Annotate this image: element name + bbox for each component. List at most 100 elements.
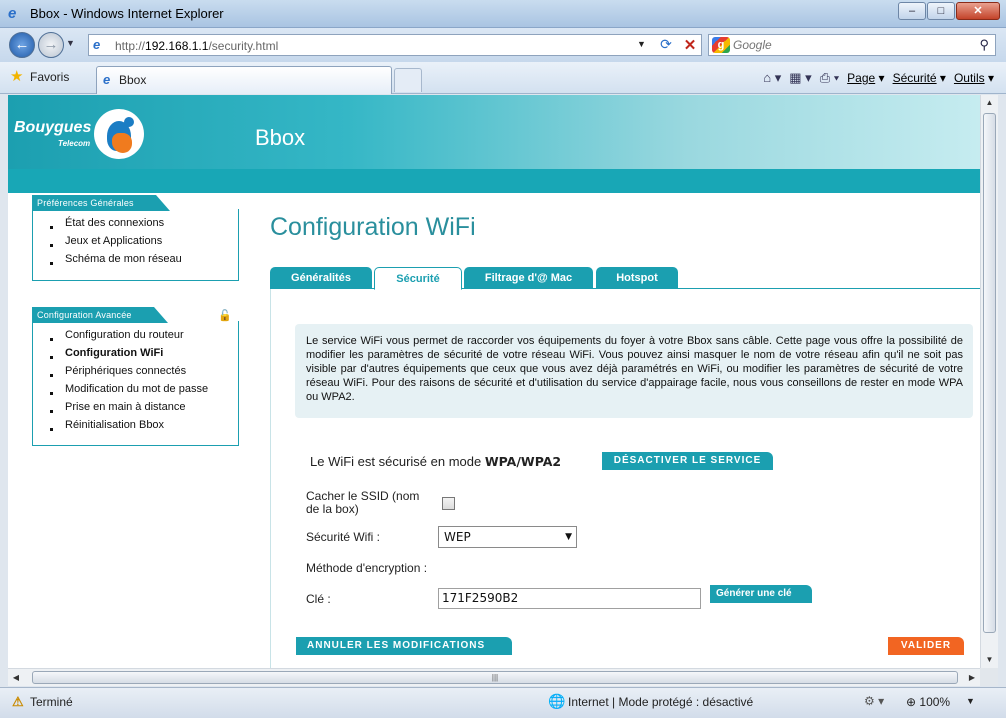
sidebar-advanced-heading: Configuration Avancée [32, 307, 168, 323]
cancel-changes-button[interactable]: ANNULER LES MODIFICATIONS [296, 637, 512, 655]
mode-prefix: Le WiFi est sécurisé en mode [310, 454, 482, 469]
window-titlebar: e Bbox - Windows Internet Explorer – □ ✕ [0, 0, 1006, 28]
wifi-mode-status: Le WiFi est sécurisé en mode WPA/WPA2 [310, 454, 561, 469]
browser-tab-bbox[interactable]: e Bbox [96, 66, 392, 94]
config-tabs: Généralités Sécurité Filtrage d'@ Mac Ho… [270, 267, 980, 290]
scroll-corner [980, 668, 998, 686]
horizontal-scrollbar[interactable]: ◀ ||| ▶ [8, 668, 980, 686]
vertical-scrollbar[interactable]: ▲ ▼ [980, 95, 998, 668]
sidebar-item-remote-access[interactable]: Prise en main à distance [33, 401, 238, 419]
zoom-dropdown-icon[interactable]: ▼ [966, 696, 975, 706]
sidebar-item-change-password[interactable]: Modification du mot de passe [33, 383, 238, 401]
hide-ssid-label: Cacher le SSID (nom de la box) [306, 489, 420, 516]
chevron-down-icon: ▼ [565, 532, 572, 542]
wifi-security-value: WEP [444, 530, 471, 544]
window-controls: – □ ✕ [898, 2, 1000, 20]
page-header: Bouygues Telecom Bbox [8, 95, 980, 193]
history-dropdown-icon[interactable]: ▼ [66, 38, 75, 48]
minimize-button[interactable]: – [898, 2, 926, 20]
sidebar-advanced: Configuration Avancée 🔓 Configuration du… [32, 307, 239, 446]
sidebar-item-router-config[interactable]: Configuration du routeur [33, 329, 238, 347]
forward-button[interactable]: → [38, 32, 64, 58]
header-stripe [8, 169, 980, 193]
sidebar-item-games-apps[interactable]: Jeux et Applications [33, 235, 238, 253]
status-text: Terminé [30, 695, 73, 709]
security-menu[interactable]: Sécurité ▾ [893, 71, 946, 85]
scroll-up-icon[interactable]: ▲ [981, 95, 998, 111]
warning-icon: ⚠ [12, 694, 24, 709]
page-menu[interactable]: Page ▾ [847, 71, 884, 85]
google-icon: g [712, 37, 730, 53]
key-label: Clé : [306, 592, 331, 606]
favorites-button[interactable]: ★ Favoris [10, 68, 69, 88]
close-button[interactable]: ✕ [956, 2, 1000, 20]
tab-mac-filter[interactable]: Filtrage d'@ Mac [464, 267, 593, 289]
page-viewport: Bouygues Telecom Bbox Préférences Généra… [8, 95, 980, 668]
back-button[interactable]: ← [9, 32, 35, 58]
star-icon: ★ [10, 68, 24, 85]
home-icon[interactable]: ⌂ ▾ [763, 70, 781, 86]
lock-icon: 🔓 [218, 310, 232, 322]
brand-subname: Telecom [58, 139, 91, 148]
maximize-button[interactable]: □ [927, 2, 955, 20]
address-toolbar: ← → ▼ e http://192.168.1.1/security.html… [0, 28, 1006, 62]
search-box[interactable]: g ⚲ [708, 34, 996, 56]
ie-tab-icon: e [103, 72, 111, 87]
logo-swoosh-icon [112, 133, 132, 153]
wifi-security-select[interactable]: WEP ▼ [438, 526, 577, 548]
vertical-scroll-thumb[interactable] [983, 113, 996, 633]
address-dropdown-icon[interactable]: ▼ [637, 39, 646, 49]
deactivate-service-button[interactable]: DÉSACTIVER LE SERVICE [602, 452, 773, 470]
feeds-icon[interactable]: ▦ ▾ [789, 70, 811, 86]
scroll-down-icon[interactable]: ▼ [981, 652, 998, 668]
sidebar-general-heading: Préférences Générales [32, 195, 170, 211]
horizontal-scroll-thumb[interactable]: ||| [32, 671, 958, 684]
encryption-method-label: Méthode d'encryption : [306, 561, 428, 575]
scroll-left-icon[interactable]: ◀ [8, 669, 24, 686]
tab-security[interactable]: Sécurité [374, 267, 462, 290]
stop-icon[interactable]: ✕ [679, 36, 701, 54]
new-tab-button[interactable] [394, 68, 422, 92]
validate-button[interactable]: VALIDER [888, 637, 964, 655]
browser-tab-label: Bbox [119, 73, 147, 87]
sidebar-item-connected-devices[interactable]: Périphériques connectés [33, 365, 238, 383]
tab-hotspot[interactable]: Hotspot [596, 267, 678, 289]
tab-general[interactable]: Généralités [270, 267, 372, 289]
command-bar: ⌂ ▾ ▦ ▾ ⎙ ▾ Page ▾ Sécurité ▾ Outils ▾ [763, 70, 994, 86]
sidebar-item-connections[interactable]: État des connexions [33, 217, 238, 235]
tools-menu[interactable]: Outils ▾ [954, 71, 994, 85]
scroll-right-icon[interactable]: ▶ [964, 669, 980, 686]
sidebar-advanced-list: Configuration du routeur Configuration W… [33, 321, 238, 443]
wifi-security-label: Sécurité Wifi : [306, 530, 381, 544]
sidebar-general-list: État des connexions Jeux et Applications… [33, 209, 238, 277]
address-url[interactable]: http://192.168.1.1/security.html [115, 39, 278, 53]
sidebar-general: Préférences Générales État des connexion… [32, 195, 239, 281]
search-input[interactable] [733, 37, 963, 53]
page-icon: e [93, 37, 101, 52]
bouygues-logo: Bouygues Telecom [14, 109, 144, 169]
protected-mode-icon[interactable]: ⚙ ▾ [864, 694, 884, 708]
sidebar-item-wifi-config[interactable]: Configuration WiFi [33, 347, 238, 365]
page-title: Configuration WiFi [270, 213, 476, 241]
header-title: Bbox [255, 125, 306, 150]
favorites-label: Favoris [30, 70, 70, 84]
hide-ssid-checkbox[interactable] [442, 497, 455, 510]
print-icon[interactable]: ⎙ ▾ [820, 70, 839, 86]
sidebar-item-reset-bbox[interactable]: Réinitialisation Bbox [33, 419, 238, 437]
refresh-icon[interactable]: ⟳ [655, 36, 677, 54]
zoom-level[interactable]: ⊕ 100% [906, 695, 950, 709]
security-zone[interactable]: Internet | Mode protégé : désactivé [568, 695, 753, 709]
brand-name: Bouygues [14, 119, 92, 136]
status-bar: ⚠ Terminé 🌐 Internet | Mode protégé : dé… [0, 687, 1006, 718]
key-input[interactable]: 171F2590B2 [438, 588, 701, 609]
sidebar-item-network-map[interactable]: Schéma de mon réseau [33, 253, 238, 271]
globe-icon: 🌐 [548, 693, 566, 709]
generate-key-button[interactable]: Générer une clé [710, 585, 812, 603]
favorites-bar: ★ Favoris e Bbox ⌂ ▾ ▦ ▾ ⎙ ▾ Page ▾ Sécu… [0, 62, 1006, 94]
address-field[interactable]: e http://192.168.1.1/security.html ▼ ⟳ ✕ [88, 34, 702, 56]
logo-head-icon [124, 117, 134, 127]
info-text: Le service WiFi vous permet de raccorder… [295, 324, 973, 418]
ie-logo-icon: e [8, 5, 17, 22]
search-icon[interactable]: ⚲ [979, 37, 989, 53]
mode-value: WPA/WPA2 [484, 454, 562, 469]
